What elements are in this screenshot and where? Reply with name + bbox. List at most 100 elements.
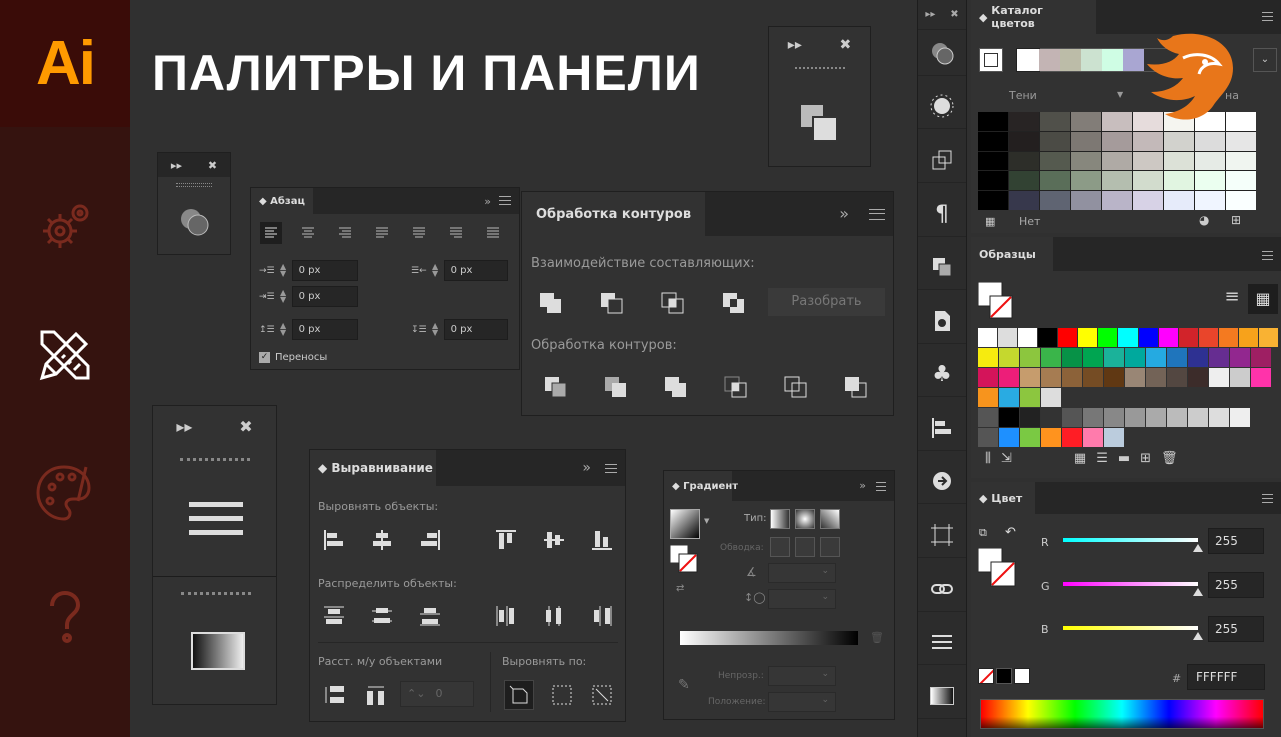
- stepper-icon[interactable]: ⌃⌄: [407, 687, 425, 701]
- guide-swatch[interactable]: [1071, 112, 1101, 131]
- swatch[interactable]: [1146, 368, 1166, 387]
- minus-back-icon[interactable]: [844, 376, 868, 398]
- align-left-button[interactable]: [260, 222, 282, 244]
- freeform-gradient-button[interactable]: [820, 509, 840, 529]
- grid-limit-icon[interactable]: ▦: [985, 215, 995, 228]
- collapse-icon[interactable]: »: [582, 460, 591, 476]
- indent-right-input[interactable]: 0 px: [443, 260, 508, 281]
- b-slider-handle[interactable]: [1193, 632, 1203, 640]
- guide-swatch[interactable]: [978, 112, 1008, 131]
- asset-export-icon[interactable]: [918, 459, 966, 504]
- justify-right-button[interactable]: [445, 222, 467, 244]
- align-to-selection-icon[interactable]: [550, 683, 574, 707]
- swatch[interactable]: [1104, 348, 1124, 367]
- indent-left-input[interactable]: 0 px: [291, 260, 358, 281]
- stepper-icon[interactable]: ▲ ▼: [279, 262, 288, 279]
- gradient-fill-swatch[interactable]: [670, 509, 700, 539]
- swatch[interactable]: [1104, 368, 1124, 387]
- unite-icon[interactable]: [539, 292, 563, 314]
- swatch[interactable]: [978, 328, 998, 347]
- guide-swatch[interactable]: [1040, 131, 1070, 151]
- swatch[interactable]: [1083, 368, 1103, 387]
- swatch[interactable]: [1167, 348, 1187, 367]
- swatch[interactable]: [1258, 328, 1278, 347]
- trash-icon[interactable]: 🗑: [1161, 451, 1178, 466]
- swatch[interactable]: [1138, 328, 1158, 347]
- guide-swatch[interactable]: [1040, 151, 1070, 171]
- swatch[interactable]: [1041, 348, 1061, 367]
- guide-swatch[interactable]: [978, 151, 1008, 171]
- panel-header[interactable]: ▸▸ ✖: [158, 153, 230, 177]
- dropdown-icon[interactable]: ▼: [704, 517, 709, 525]
- guide-swatch[interactable]: [1164, 171, 1194, 191]
- space-after-input[interactable]: 0 px: [443, 319, 508, 340]
- distribute-right-icon[interactable]: [590, 604, 614, 628]
- r-slider[interactable]: [1063, 538, 1198, 542]
- new-group-icon[interactable]: ▬: [1118, 451, 1130, 466]
- collapse-icon[interactable]: »: [839, 204, 849, 223]
- align-right-edge-icon[interactable]: [418, 528, 442, 552]
- align-center-button[interactable]: [297, 222, 319, 244]
- indent-left-field[interactable]: →☰ ▲ ▼ 0 px: [259, 260, 358, 281]
- guide-swatch[interactable]: [1071, 191, 1101, 210]
- panel-menu-icon[interactable]: [869, 209, 885, 220]
- close-icon[interactable]: ✖: [839, 37, 851, 53]
- swatch[interactable]: [999, 408, 1019, 427]
- swatch[interactable]: [978, 388, 998, 407]
- guide-swatch[interactable]: [1226, 151, 1256, 171]
- guide-swatch[interactable]: [1133, 131, 1163, 151]
- palette-icon[interactable]: [33, 460, 97, 524]
- align-left-edge-icon[interactable]: [322, 528, 346, 552]
- swatch[interactable]: [1062, 348, 1082, 367]
- swap-colors-icon[interactable]: ↶: [1005, 525, 1016, 540]
- swatch[interactable]: [1104, 408, 1124, 427]
- swatch[interactable]: [1188, 408, 1208, 427]
- first-indent-input[interactable]: 0 px: [291, 286, 358, 307]
- variation-dropdown-icon[interactable]: ▼: [1117, 90, 1123, 99]
- swatch[interactable]: [1230, 408, 1250, 427]
- align-top-edge-icon[interactable]: [494, 528, 518, 552]
- space-before-field[interactable]: ↥☰ ▲ ▼ 0 px: [259, 319, 358, 340]
- align-hcenter-icon[interactable]: [370, 528, 394, 552]
- swatch[interactable]: [999, 428, 1019, 447]
- distribute-hcenter-icon[interactable]: [542, 604, 566, 628]
- stepper-icon[interactable]: ▲ ▼: [279, 321, 288, 338]
- swatch[interactable]: [999, 368, 1019, 387]
- swatch[interactable]: [1083, 348, 1103, 367]
- guide-swatch[interactable]: [1009, 112, 1039, 131]
- trash-icon[interactable]: 🗑: [870, 631, 884, 644]
- swatch[interactable]: [1018, 328, 1038, 347]
- swatch[interactable]: [1118, 328, 1138, 347]
- align-panel-icon[interactable]: [918, 406, 966, 451]
- swatch[interactable]: [1198, 328, 1218, 347]
- guide-swatch[interactable]: [1071, 151, 1101, 171]
- swatch[interactable]: [1083, 428, 1103, 447]
- strip-header[interactable]: ▸▸ ✖: [918, 0, 966, 30]
- swatch[interactable]: [1020, 388, 1040, 407]
- crop-icon[interactable]: [724, 376, 748, 398]
- space-after-field[interactable]: ↧☰ ▲ ▼ 0 px: [411, 319, 508, 340]
- symbols-panel-icon[interactable]: ♣: [918, 352, 966, 397]
- distribute-left-icon[interactable]: [494, 604, 518, 628]
- gradient-stroke-swatch[interactable]: [669, 544, 698, 573]
- angle-input[interactable]: ⌄: [768, 563, 836, 583]
- distribute-top-icon[interactable]: [322, 604, 346, 628]
- justify-center-button[interactable]: [408, 222, 430, 244]
- justify-left-button[interactable]: [371, 222, 393, 244]
- g-slider-handle[interactable]: [1193, 588, 1203, 596]
- guide-swatch[interactable]: [1102, 112, 1132, 131]
- spacing-input[interactable]: ⌃⌄ 0: [400, 681, 474, 707]
- close-icon[interactable]: ✖: [239, 417, 252, 436]
- aspect-ratio-input[interactable]: ⌄: [768, 589, 836, 609]
- swatch[interactable]: [1041, 408, 1061, 427]
- swatch[interactable]: [1038, 328, 1058, 347]
- swatch-grid[interactable]: [978, 328, 1278, 448]
- swatch[interactable]: [978, 348, 998, 367]
- swatch[interactable]: [1125, 408, 1145, 427]
- swatch[interactable]: [1178, 328, 1198, 347]
- transform-panel-icon[interactable]: [918, 138, 966, 183]
- collapse-icon[interactable]: »: [859, 479, 866, 492]
- edit-colors-icon[interactable]: ◕: [1199, 213, 1209, 227]
- swatch[interactable]: [1188, 368, 1208, 387]
- gradient-panel-icon[interactable]: [918, 674, 966, 719]
